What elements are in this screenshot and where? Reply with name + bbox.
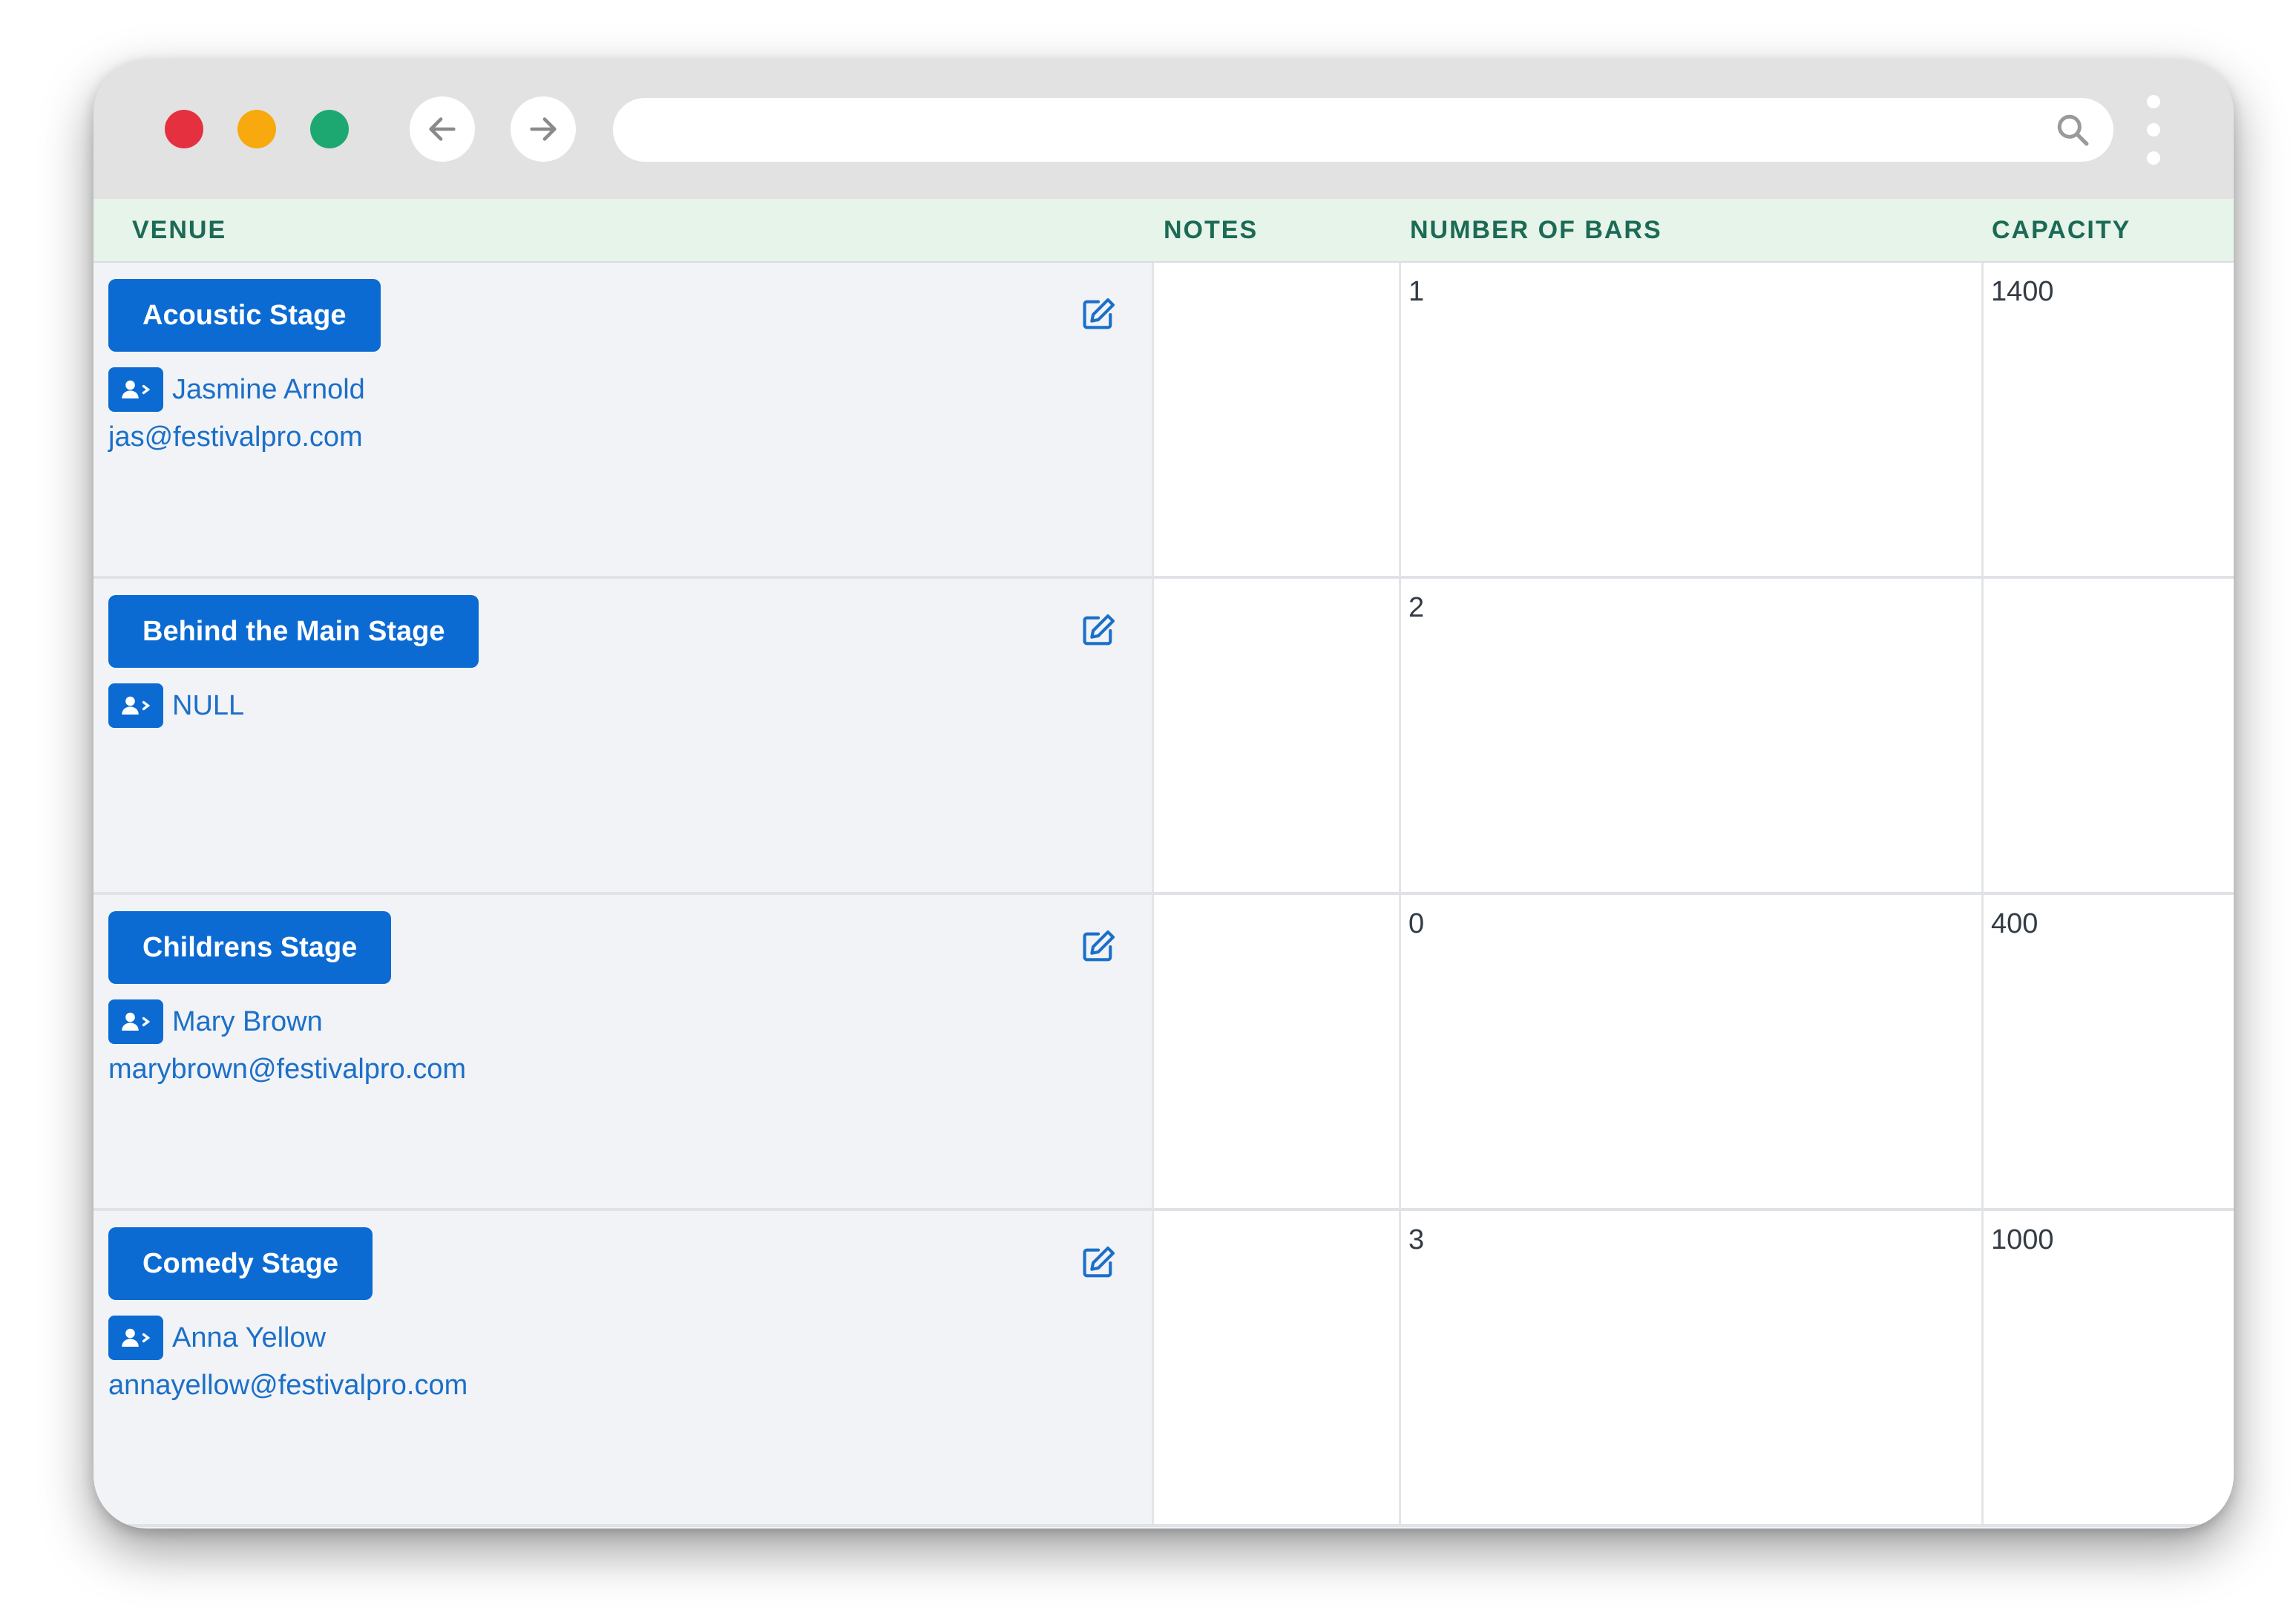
arrow-right-icon	[530, 117, 557, 141]
contact-email-link[interactable]: marybrown@festivalpro.com	[108, 1054, 466, 1086]
bars-value: 3	[1408, 1224, 1425, 1255]
venue-button[interactable]: Behind the Main Stage	[108, 595, 479, 668]
venue-cell: Acoustic Stage Jasmine Arnold jas@festiv…	[94, 263, 1152, 576]
venues-table: VENUE NOTES NUMBER OF BARS CAPACITY Acou…	[94, 199, 2234, 1529]
venue-cell: Childrens Stage Mary Brown marybrown@fes…	[94, 895, 1152, 1208]
table-row: Acoustic Stage Jasmine Arnold jas@festiv…	[94, 263, 2234, 579]
column-header-notes[interactable]: NOTES	[1164, 199, 1258, 261]
person-arrow-icon[interactable]	[108, 999, 163, 1044]
table-row: Childrens Stage Mary Brown marybrown@fes…	[94, 895, 2234, 1211]
table-row: Comedy Stage Anna Yellow annayellow@fest…	[94, 1211, 2234, 1527]
notes-cell[interactable]	[1152, 579, 1399, 892]
column-header-number-of-bars[interactable]: NUMBER OF BARS	[1410, 199, 1662, 261]
column-header-capacity[interactable]: CAPACITY	[1992, 199, 2131, 261]
capacity-value: 1000	[1991, 1224, 2054, 1255]
venue-button[interactable]: Acoustic Stage	[108, 279, 381, 352]
edit-icon[interactable]	[1079, 611, 1118, 650]
bars-cell[interactable]: 1	[1399, 263, 1981, 576]
table-header: VENUE NOTES NUMBER OF BARS CAPACITY	[94, 199, 2234, 263]
column-header-venue[interactable]: VENUE	[132, 199, 226, 261]
minimize-window-button[interactable]	[237, 110, 276, 148]
address-bar[interactable]	[613, 98, 2113, 162]
person-arrow-icon[interactable]	[108, 683, 163, 728]
forward-button[interactable]	[511, 96, 576, 162]
capacity-cell[interactable]	[1981, 579, 2234, 892]
venue-button[interactable]: Comedy Stage	[108, 1227, 373, 1300]
capacity-cell[interactable]: 400	[1981, 895, 2234, 1208]
bars-value: 1	[1408, 276, 1425, 307]
close-window-button[interactable]	[165, 110, 203, 148]
contact-name-link[interactable]: Anna Yellow	[172, 1322, 326, 1354]
menu-kebab-icon[interactable]	[2145, 95, 2162, 166]
bars-cell[interactable]: 2	[1399, 579, 1981, 892]
edit-icon[interactable]	[1079, 927, 1118, 966]
table-row: Behind the Main Stage NULL 2	[94, 579, 2234, 895]
arrow-left-icon	[429, 117, 456, 141]
browser-window: VENUE NOTES NUMBER OF BARS CAPACITY Acou…	[94, 59, 2234, 1529]
contact-line: Mary Brown	[108, 999, 323, 1045]
contact-name-link[interactable]: Mary Brown	[172, 1006, 323, 1038]
bars-cell[interactable]: 0	[1399, 895, 1981, 1208]
contact-line: NULL	[108, 683, 244, 729]
notes-cell[interactable]	[1152, 263, 1399, 576]
maximize-window-button[interactable]	[310, 110, 349, 148]
capacity-value: 400	[1991, 908, 2038, 939]
venue-cell: Behind the Main Stage NULL	[94, 579, 1152, 892]
edit-icon[interactable]	[1079, 295, 1118, 334]
person-arrow-icon[interactable]	[108, 367, 163, 412]
notes-cell[interactable]	[1152, 895, 1399, 1208]
browser-toolbar	[94, 59, 2234, 199]
contact-email-link[interactable]: annayellow@festivalpro.com	[108, 1370, 468, 1402]
person-arrow-icon[interactable]	[108, 1316, 163, 1360]
capacity-cell[interactable]: 1000	[1981, 1211, 2234, 1524]
venue-button[interactable]: Childrens Stage	[108, 911, 392, 984]
notes-cell[interactable]	[1152, 1211, 1399, 1524]
contact-name-link[interactable]: Jasmine Arnold	[172, 374, 365, 406]
contact-line: Jasmine Arnold	[108, 367, 365, 413]
back-button[interactable]	[410, 96, 475, 162]
bars-value: 0	[1408, 908, 1425, 939]
bars-cell[interactable]: 3	[1399, 1211, 1981, 1524]
capacity-value: 1400	[1991, 276, 2054, 307]
capacity-cell[interactable]: 1400	[1981, 263, 2234, 576]
search-icon[interactable]	[2054, 111, 2091, 148]
contact-name-link[interactable]: NULL	[172, 690, 244, 722]
contact-email-link[interactable]: jas@festivalpro.com	[108, 421, 363, 453]
venue-cell: Comedy Stage Anna Yellow annayellow@fest…	[94, 1211, 1152, 1524]
bars-value: 2	[1408, 592, 1425, 623]
contact-line: Anna Yellow	[108, 1315, 326, 1361]
edit-icon[interactable]	[1079, 1244, 1118, 1282]
